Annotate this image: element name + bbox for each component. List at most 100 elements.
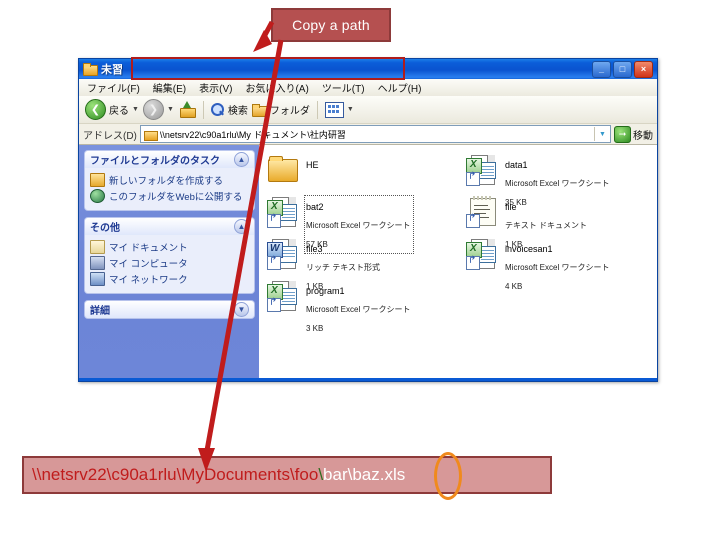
chevron-down-icon-views[interactable]: ▼ [347,106,354,113]
chevron-up-icon[interactable]: ▲ [234,219,249,234]
folder-icon [267,154,299,186]
folders-icon [251,103,268,117]
close-button[interactable]: × [634,60,653,78]
file-item[interactable]: invoicesan1 Microsoft Excel ワークシート 4 KB [466,236,657,291]
file-name: bat2 [306,202,324,212]
back-arrow-icon: ❮ [85,99,106,120]
file-item[interactable]: file3 リッチ テキスト形式 1 KB [267,236,458,291]
file-type: Microsoft Excel ワークシート [505,179,610,189]
file-item[interactable]: program1 Microsoft Excel ワークシート 3 KB [267,278,458,333]
chevron-down-icon[interactable]: ▼ [132,106,139,113]
task-item-label: このフォルダをWebに公開する [109,192,243,203]
folders-button[interactable]: フォルダ [251,102,310,117]
task-item-new-folder[interactable]: 新しいフォルダを作成する [90,173,250,187]
file-item[interactable]: bat2 Microsoft Excel ワークシート 57 KB [267,194,458,255]
maximize-button[interactable]: □ [613,60,632,78]
copy-a-path-callout: Copy a path [271,8,391,42]
search-button[interactable]: 検索 [210,102,248,117]
word-shortcut-icon [267,238,299,270]
excel-shortcut-icon [466,238,498,270]
chevron-down-icon[interactable]: ▼ [234,302,249,317]
file-text: invoicesan1 Microsoft Excel ワークシート 4 KB [504,238,612,295]
path-segment-white: bar\baz.xls [323,465,406,484]
file-column-right: data1 Microsoft Excel ワークシート 35 KB file [458,152,657,320]
window-chrome: ファイル(F) 編集(E) 表示(V) お気に入り(A) ツール(T) ヘルプ(… [79,57,657,378]
go-button[interactable]: ➞ 移動 [614,125,653,143]
task-group-details: 詳細 ▼ [85,301,254,318]
task-group-header[interactable]: 詳細 ▼ [85,301,254,318]
my-documents-icon [90,240,105,254]
callout-label: Copy a path [292,17,370,33]
address-value: \\netsrv22\c90a1rlu\My ドキュメント\社内研習 [159,129,346,140]
back-label: 戻る [109,106,129,117]
task-item-my-network[interactable]: マイ ネットワーク [90,272,250,286]
file-grid: HE bat2 Microsoft Excel ワークシート 57 KB [259,152,657,333]
address-dropdown-icon[interactable]: ▼ [594,127,610,141]
file-name: invoicesan1 [505,244,553,254]
annotation-arrow-tail [255,20,275,50]
file-size: 4 KB [505,281,523,291]
file-type: リッチ テキスト形式 [306,263,380,273]
file-text: program1 Microsoft Excel ワークシート 3 KB [305,280,413,337]
address-folder-icon [143,129,158,141]
menu-edit[interactable]: 編集(E) [153,80,186,95]
task-item-label: マイ ネットワーク [109,275,188,286]
excel-shortcut-icon [267,280,299,312]
search-icon [210,102,225,117]
chevron-down-icon-forward[interactable]: ▼ [167,106,174,113]
file-name: file3 [306,244,323,254]
up-button[interactable] [178,100,196,119]
views-button[interactable]: ▼ [324,101,354,118]
maximize-icon: □ [619,63,626,74]
task-group-header[interactable]: ファイルとフォルダのタスク ▲ [85,151,254,168]
path-banner: \\netsrv22\c90a1rlu\MyDocuments\foo\bar\… [22,456,552,494]
file-item[interactable]: file テキスト ドキュメント 1 KB [466,194,657,249]
forward-arrow-icon: ❯ [142,99,164,120]
up-folder-icon [178,100,196,119]
views-icon [324,101,344,118]
file-name: data1 [505,160,528,170]
minimize-button[interactable]: _ [592,60,611,78]
file-text: HE [305,154,322,174]
go-label: 移動 [633,130,653,142]
task-item-label: 新しいフォルダを作成する [109,176,224,187]
excel-shortcut-icon [466,154,498,186]
file-type: Microsoft Excel ワークシート [306,221,411,231]
file-name: program1 [306,286,345,296]
task-item-my-documents[interactable]: マイ ドキュメント [90,240,250,254]
menu-tools[interactable]: ツール(T) [322,80,365,95]
chevron-up-icon[interactable]: ▲ [234,152,249,167]
path-highlight-ellipse [434,452,462,500]
menu-help[interactable]: ヘルプ(H) [378,80,422,95]
menu-view[interactable]: 表示(V) [199,80,232,95]
excel-shortcut-icon [267,196,299,228]
file-name: file [505,202,517,212]
text-shortcut-icon [466,196,498,228]
menu-file[interactable]: ファイル(F) [87,80,140,95]
file-list-pane[interactable]: HE bat2 Microsoft Excel ワークシート 57 KB [259,145,657,378]
forward-button[interactable]: ❯ ▼ [142,99,174,120]
window-titlebar[interactable]: 未習 _ □ × [79,59,657,79]
task-group-header[interactable]: その他 ▲ [85,218,254,235]
task-group-title: その他 [90,223,120,234]
minimize-icon: _ [598,63,604,74]
file-name: HE [306,160,319,170]
folders-label: フォルダ [269,106,310,117]
back-button[interactable]: ❮ 戻る ▼ [85,99,139,120]
new-folder-icon [90,173,105,187]
task-pane: ファイルとフォルダのタスク ▲ 新しいフォルダを作成する このフォルダをWebに… [79,145,259,378]
task-item-my-computer[interactable]: マイ コンピュータ [90,256,250,270]
address-input[interactable]: \\netsrv22\c90a1rlu\My ドキュメント\社内研習 ▼ [139,125,611,143]
menu-favorites[interactable]: お気に入り(A) [245,80,308,95]
file-item[interactable]: data1 Microsoft Excel ワークシート 35 KB [466,152,657,207]
task-item-publish-web[interactable]: このフォルダをWebに公開する [90,189,250,203]
address-bar: アドレス(D) \\netsrv22\c90a1rlu\My ドキュメント\社内… [79,57,657,145]
window-title: 未習 [101,64,123,76]
path-string: \\netsrv22\c90a1rlu\MyDocuments\foo\bar\… [32,465,405,485]
path-segment-red: \\netsrv22\c90a1rlu\MyDocuments\foo [32,465,319,484]
annotation-arrow-tail-head [253,30,272,52]
task-group-title: 詳細 [90,306,110,317]
file-item[interactable]: HE [267,152,458,194]
address-label: アドレス(D) [83,130,137,142]
file-size: 3 KB [306,323,324,333]
